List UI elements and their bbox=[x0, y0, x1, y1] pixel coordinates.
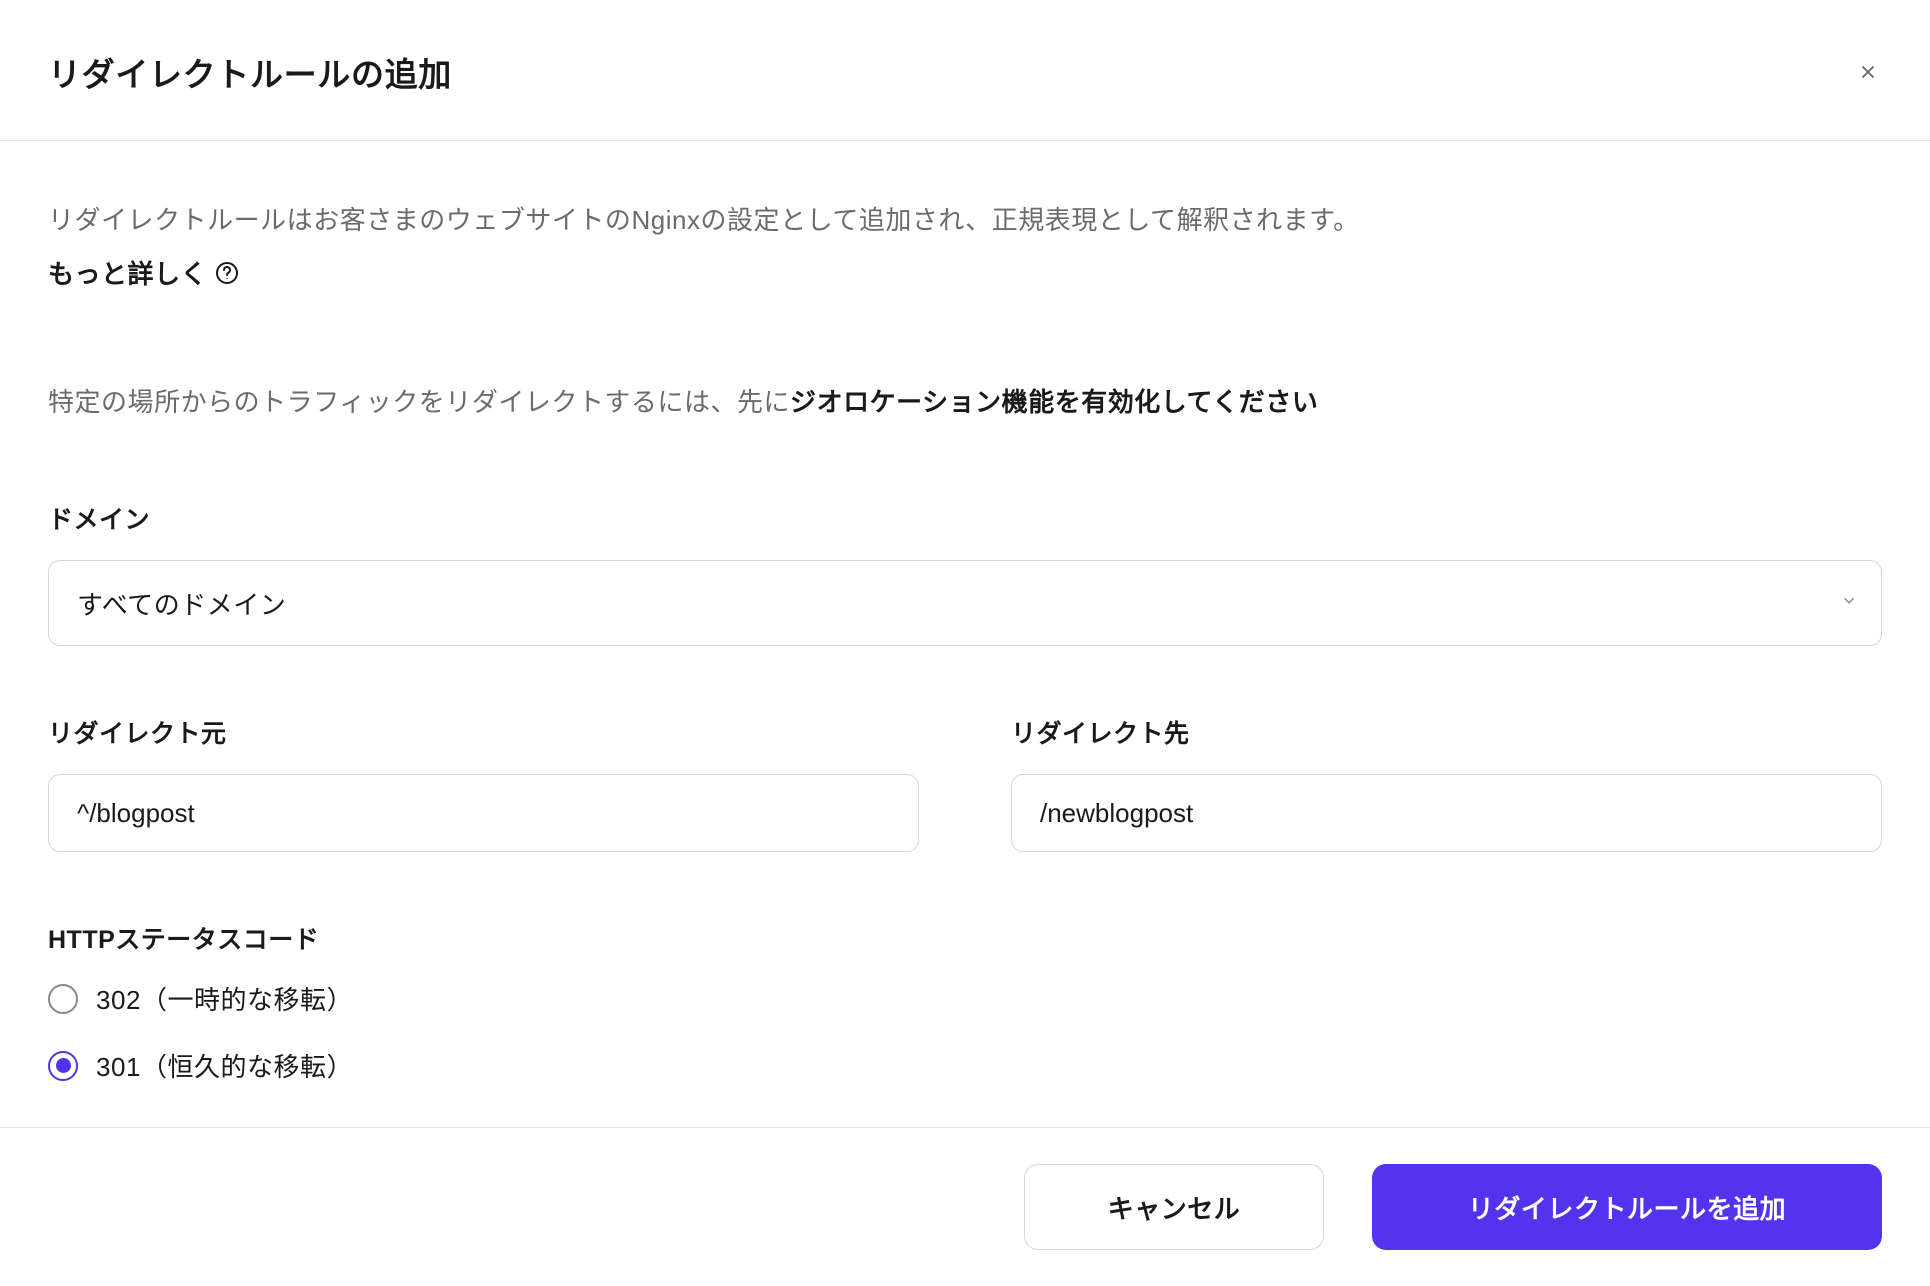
radio-circle-selected-icon bbox=[48, 1051, 78, 1081]
redirect-to-label: リダイレクト先 bbox=[1011, 714, 1882, 750]
radio-301-label: 301（恒久的な移転） bbox=[96, 1047, 353, 1084]
radio-dot-icon bbox=[56, 1058, 71, 1073]
status-code-label: HTTPステータスコード bbox=[48, 920, 1882, 956]
redirect-paths-row: リダイレクト元 リダイレクト先 bbox=[48, 714, 1882, 852]
modal-header: リダイレクトルールの追加 bbox=[0, 0, 1930, 141]
add-redirect-rule-modal: リダイレクトルールの追加 リダイレクトルールはお客さまのウェブサイトのNginx… bbox=[0, 0, 1930, 1286]
modal-footer: キャンセル リダイレクトルールを追加 bbox=[0, 1127, 1930, 1286]
learn-more-link[interactable]: もっと詳しく bbox=[48, 254, 239, 291]
radio-302-label: 302（一時的な移転） bbox=[96, 980, 353, 1017]
geo-note-prefix: 特定の場所からのトラフィックをリダイレクトするには、先に bbox=[48, 387, 790, 417]
domain-select-value: すべてのドメイン bbox=[48, 560, 1882, 646]
radio-301[interactable]: 301（恒久的な移転） bbox=[48, 1047, 1882, 1084]
radio-circle-icon bbox=[48, 984, 78, 1014]
learn-more-label: もっと詳しく bbox=[48, 254, 207, 291]
submit-button[interactable]: リダイレクトルールを追加 bbox=[1372, 1164, 1882, 1250]
cancel-button[interactable]: キャンセル bbox=[1024, 1164, 1324, 1250]
modal-title: リダイレクトルールの追加 bbox=[48, 48, 452, 96]
domain-select[interactable]: すべてのドメイン bbox=[48, 560, 1882, 646]
geo-note-strong: ジオロケーション機能を有効化してください bbox=[790, 387, 1318, 417]
domain-section: ドメイン すべてのドメイン bbox=[48, 500, 1882, 646]
radio-302[interactable]: 302（一時的な移転） bbox=[48, 980, 1882, 1017]
description-text: リダイレクトルールはお客さまのウェブサイトのNginxの設定として追加され、正規… bbox=[48, 201, 1882, 240]
close-icon[interactable] bbox=[1854, 58, 1882, 86]
status-code-radio-group: 302（一時的な移転） 301（恒久的な移転） bbox=[48, 980, 1882, 1084]
redirect-from-section: リダイレクト元 bbox=[48, 714, 919, 852]
redirect-to-section: リダイレクト先 bbox=[1011, 714, 1882, 852]
help-icon bbox=[215, 261, 239, 285]
domain-label: ドメイン bbox=[48, 500, 1882, 536]
redirect-from-label: リダイレクト元 bbox=[48, 714, 919, 750]
redirect-to-input[interactable] bbox=[1011, 774, 1882, 852]
modal-body: リダイレクトルールはお客さまのウェブサイトのNginxの設定として追加され、正規… bbox=[0, 141, 1930, 1127]
status-code-section: HTTPステータスコード 302（一時的な移転） 301（恒久的な移転） bbox=[48, 920, 1882, 1084]
redirect-from-input[interactable] bbox=[48, 774, 919, 852]
geolocation-note: 特定の場所からのトラフィックをリダイレクトするには、先にジオロケーション機能を有… bbox=[48, 383, 1882, 422]
